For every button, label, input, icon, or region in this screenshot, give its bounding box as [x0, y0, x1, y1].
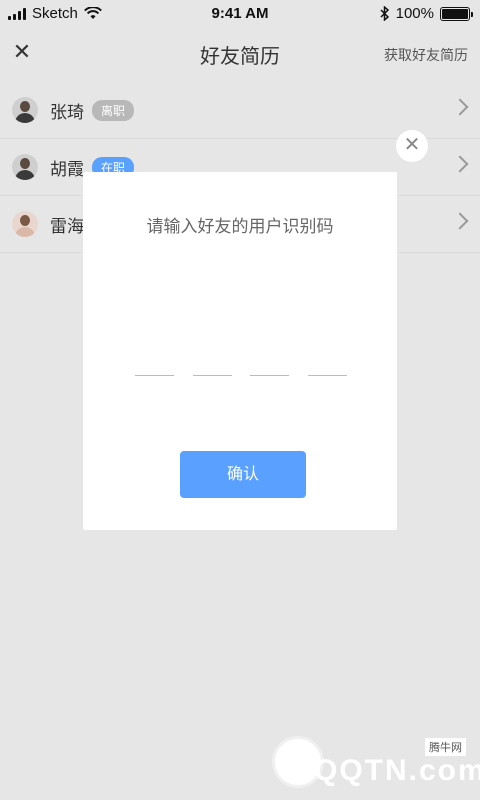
- code-input[interactable]: [135, 368, 347, 376]
- friend-name: 雷海: [50, 216, 84, 236]
- avatar: [12, 97, 38, 123]
- watermark-sub: 腾牛网: [425, 738, 466, 756]
- status-bar: Sketch 9:41 AM 100%: [0, 0, 480, 28]
- bluetooth-icon: [380, 6, 389, 21]
- battery-percent: 100%: [395, 5, 434, 22]
- code-slot[interactable]: [135, 368, 174, 376]
- watermark-logo: QQTN.com 腾牛网: [272, 736, 480, 794]
- status-badge: 离职: [92, 99, 135, 121]
- identification-code-dialog: 请输入好友的用户识别码 确认: [83, 172, 397, 530]
- code-slot[interactable]: [250, 368, 290, 376]
- chevron-right-icon: [451, 155, 469, 173]
- code-slot[interactable]: [307, 368, 347, 376]
- status-right: 100%: [380, 5, 473, 22]
- battery-icon: [440, 6, 473, 21]
- chevron-right-icon: [451, 212, 469, 230]
- dialog-close-button[interactable]: ✕: [396, 130, 428, 162]
- code-slot[interactable]: [192, 368, 232, 376]
- avatar: [12, 211, 38, 237]
- friend-name: 张琦: [50, 102, 84, 122]
- chevron-right-icon: [451, 98, 469, 116]
- friend-name: 胡霞: [50, 159, 84, 179]
- watermark-text: QQTN.com: [314, 754, 480, 787]
- avatar: [12, 154, 38, 180]
- confirm-button[interactable]: 确认: [180, 451, 306, 498]
- dialog-title: 请输入好友的用户识别码: [146, 217, 334, 236]
- get-friend-resume-button[interactable]: 获取好友简历: [384, 45, 468, 65]
- nav-bar: ✕ 好友简历 获取好友简历: [0, 28, 480, 80]
